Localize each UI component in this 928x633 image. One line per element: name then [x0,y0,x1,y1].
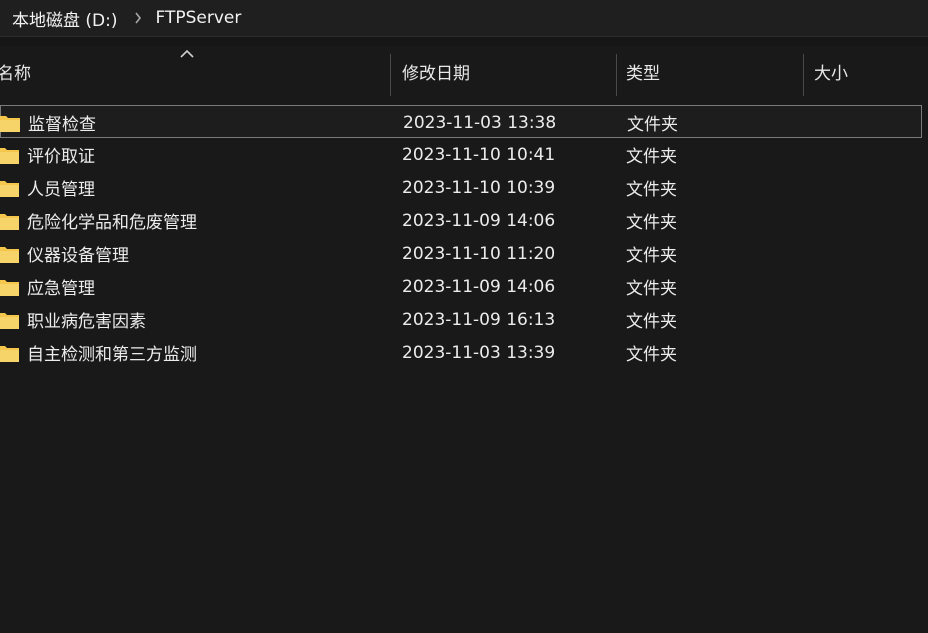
file-row[interactable]: 评价取证 2023-11-10 10:41 文件夹 [0,138,928,171]
file-row[interactable]: 职业病危害因素 2023-11-09 16:13 文件夹 [0,303,928,336]
file-date-modified: 2023-11-10 11:20 [402,243,556,264]
breadcrumb: 本地磁盘 (D:) FTPServer [0,0,928,36]
file-name: 仪器设备管理 [27,246,129,266]
column-header-size[interactable]: 大小 [814,46,848,96]
folder-icon [0,313,19,329]
folder-icon [0,181,19,197]
folder-icon [0,214,19,230]
breadcrumb-drive-d[interactable]: 本地磁盘 (D:) [12,6,118,31]
file-type: 文件夹 [626,246,677,266]
file-row[interactable]: 危险化学品和危废管理 2023-11-09 14:06 文件夹 [0,204,928,237]
file-type: 文件夹 [626,312,677,332]
file-date-modified: 2023-11-09 14:06 [402,276,556,297]
file-name: 职业病危害因素 [27,312,146,332]
file-name: 危险化学品和危废管理 [27,213,197,233]
file-name: 应急管理 [27,279,95,299]
chevron-right-icon[interactable] [134,12,142,24]
folder-icon [0,346,19,362]
file-type: 文件夹 [626,279,677,299]
file-date-modified: 2023-11-10 10:39 [402,177,556,198]
file-name: 人员管理 [27,180,95,200]
file-date-modified: 2023-11-09 14:06 [402,210,556,231]
breadcrumb-current-folder[interactable]: FTPServer [156,8,242,28]
folder-icon [0,148,19,164]
file-type: 文件夹 [626,180,677,200]
file-date-modified: 2023-11-03 13:39 [402,342,556,363]
file-date-modified: 2023-11-03 13:38 [403,112,557,133]
folder-icon [0,280,19,296]
file-name: 评价取证 [27,147,95,167]
column-divider[interactable] [803,54,804,96]
file-row[interactable]: 人员管理 2023-11-10 10:39 文件夹 [0,171,928,204]
file-list: 监督检查 2023-11-03 13:38 文件夹 评价取证 2023-11-1… [0,105,928,369]
file-type: 文件夹 [626,213,677,233]
file-date-modified: 2023-11-10 10:41 [402,144,556,165]
folder-icon [0,116,20,132]
column-divider[interactable] [616,54,617,96]
file-type: 文件夹 [626,345,677,365]
column-header-bar: 名称 修改日期 类型 大小 [0,46,928,96]
file-name: 自主检测和第三方监测 [27,345,197,365]
file-row[interactable]: 自主检测和第三方监测 2023-11-03 13:39 文件夹 [0,336,928,369]
column-divider[interactable] [390,54,391,96]
column-header-date[interactable]: 修改日期 [402,46,470,96]
column-header-type[interactable]: 类型 [626,46,660,96]
file-name: 监督检查 [28,115,96,135]
file-type: 文件夹 [627,115,678,135]
file-row[interactable]: 仪器设备管理 2023-11-10 11:20 文件夹 [0,237,928,270]
sort-ascending-caret-icon [180,49,194,58]
column-header-name[interactable]: 名称 [0,46,31,96]
file-row[interactable]: 应急管理 2023-11-09 14:06 文件夹 [0,270,928,303]
file-type: 文件夹 [626,147,677,167]
file-row[interactable]: 监督检查 2023-11-03 13:38 文件夹 [0,105,922,138]
folder-icon [0,247,19,263]
file-date-modified: 2023-11-09 16:13 [402,309,556,330]
